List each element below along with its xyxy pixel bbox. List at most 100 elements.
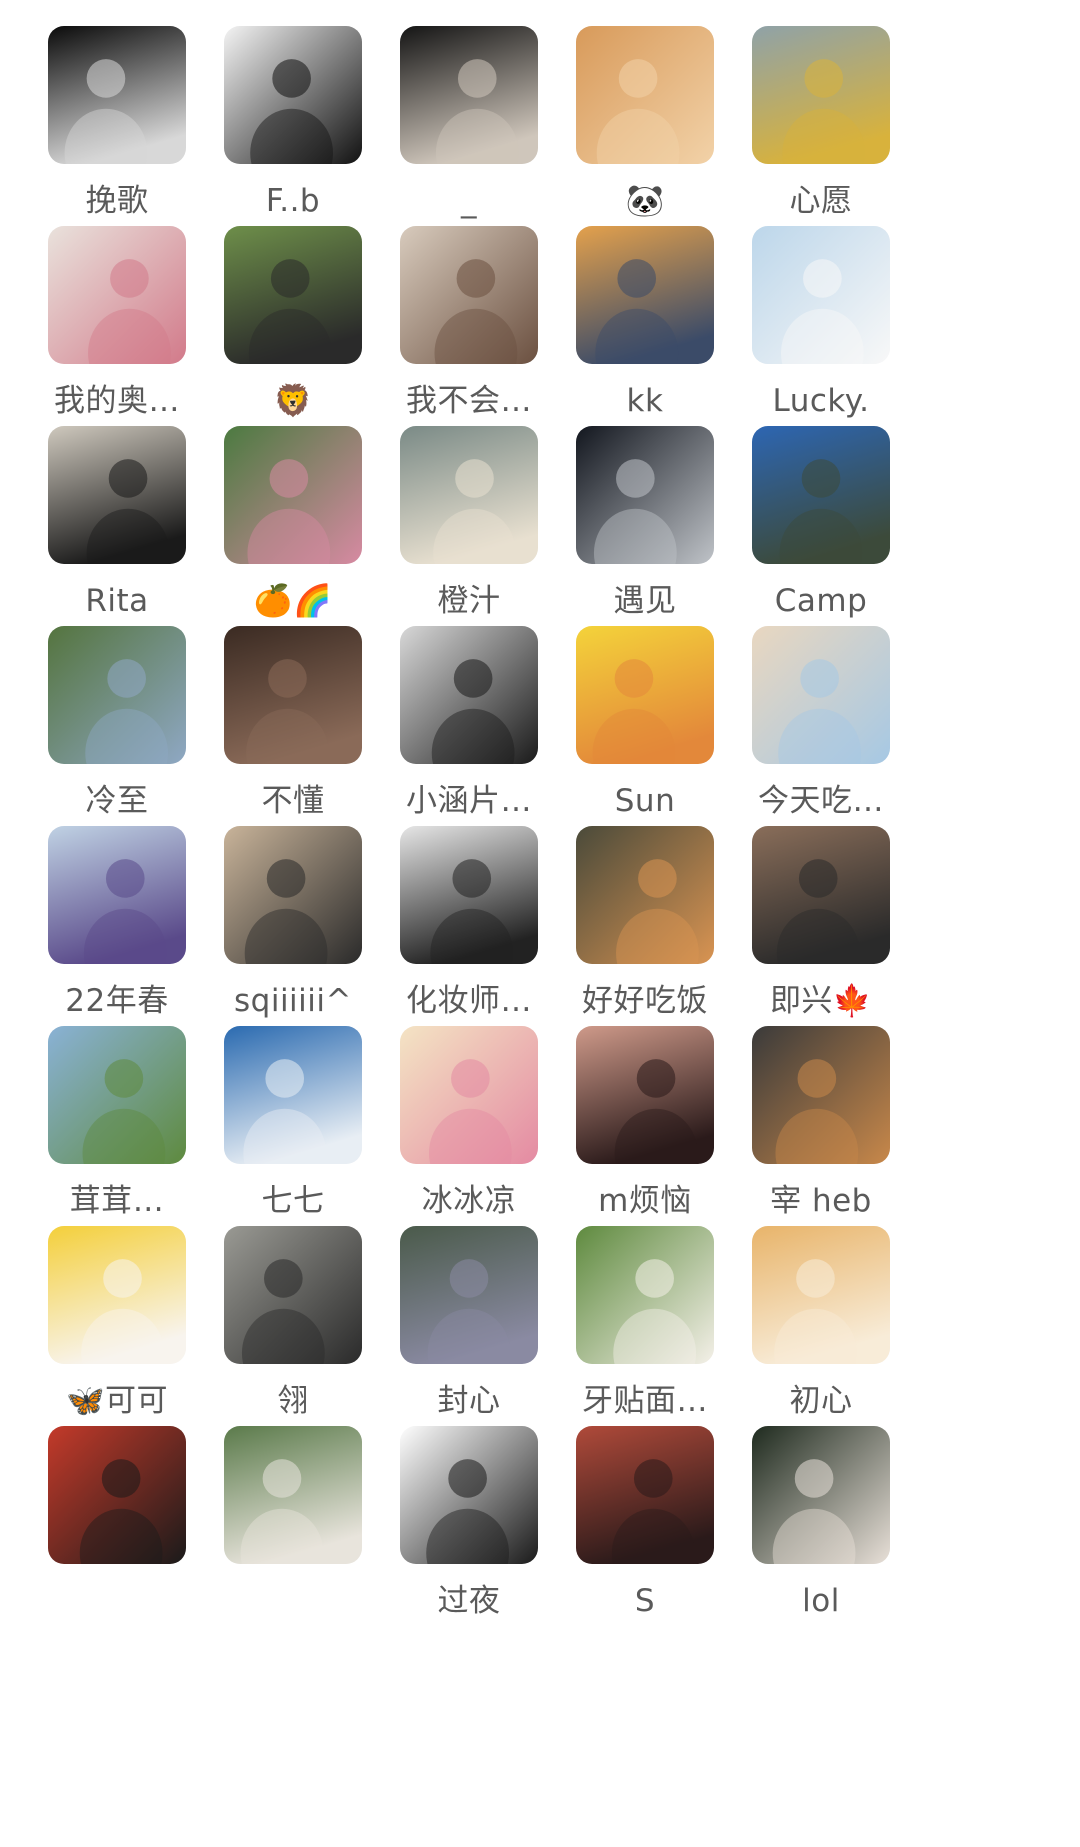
contact-item[interactable]: 七七 [206, 1026, 396, 1246]
contact-avatar[interactable] [224, 1426, 362, 1564]
contact-avatar[interactable] [752, 1226, 890, 1364]
contact-name: 🍊🌈 [253, 583, 333, 619]
contact-avatar[interactable] [48, 626, 186, 764]
contact-avatar[interactable] [752, 826, 890, 964]
contact-name: kk [626, 383, 664, 419]
contact-avatar[interactable] [400, 1026, 538, 1164]
contact-name: 宰 heb [770, 1183, 872, 1219]
contact-item[interactable]: 好好吃饭 [558, 826, 748, 1046]
contact-avatar[interactable] [400, 26, 538, 164]
contact-avatar[interactable] [576, 226, 714, 364]
contact-name: 我不会… [406, 383, 532, 419]
contact-avatar[interactable] [400, 626, 538, 764]
contact-avatar[interactable] [48, 1026, 186, 1164]
contact-item[interactable]: 🍊🌈 [206, 426, 396, 646]
contact-item[interactable]: 冷至 [30, 626, 220, 846]
contact-item[interactable]: Lucky. [734, 226, 924, 446]
contact-name: 好好吃饭 [582, 983, 708, 1019]
contact-item[interactable]: F..b [206, 26, 396, 246]
contact-avatar[interactable] [576, 626, 714, 764]
contact-avatar[interactable] [752, 626, 890, 764]
contact-avatar[interactable] [752, 1026, 890, 1164]
contact-avatar[interactable] [224, 26, 362, 164]
contact-item[interactable] [206, 1426, 396, 1646]
contact-item[interactable]: 我不会… [382, 226, 572, 446]
contact-avatar[interactable] [400, 1226, 538, 1364]
contact-item[interactable]: sqiiiiii^ [206, 826, 396, 1046]
contact-name: lol [802, 1583, 840, 1619]
contact-avatar[interactable] [400, 1426, 538, 1564]
contact-name: 今天吃… [758, 783, 884, 819]
contact-name: 封心 [437, 1383, 501, 1419]
contact-name: Sun [614, 783, 676, 819]
contact-avatar[interactable] [576, 426, 714, 564]
contact-avatar[interactable] [576, 826, 714, 964]
contact-avatar[interactable] [752, 426, 890, 564]
contact-name: 22年春 [65, 983, 169, 1019]
contact-avatar[interactable] [752, 226, 890, 364]
contact-avatar[interactable] [48, 826, 186, 964]
contact-item[interactable]: 初心 [734, 1226, 924, 1446]
contact-name: S [634, 1583, 656, 1619]
contact-item[interactable]: 冰冰凉 [382, 1026, 572, 1246]
contact-item[interactable]: 过夜 [382, 1426, 572, 1646]
contact-item[interactable]: 封心 [382, 1226, 572, 1446]
contact-name: 🦁 [273, 383, 313, 419]
contact-item[interactable]: Sun [558, 626, 748, 846]
contact-item[interactable]: Rita [30, 426, 220, 646]
contact-avatar[interactable] [224, 826, 362, 964]
contact-name: F..b [265, 183, 321, 219]
contact-name: sqiiiiii^ [234, 983, 352, 1019]
contact-item[interactable]: 即兴🍁 [734, 826, 924, 1046]
contact-item[interactable]: 🦁 [206, 226, 396, 446]
contact-item[interactable]: 🐼 [558, 26, 748, 246]
contact-item[interactable] [30, 1426, 220, 1646]
contact-avatar[interactable] [576, 1226, 714, 1364]
contact-avatar[interactable] [576, 1026, 714, 1164]
contact-avatar[interactable] [224, 226, 362, 364]
contact-item[interactable]: 化妆师… [382, 826, 572, 1046]
contact-item[interactable]: 挽歌 [30, 26, 220, 246]
contact-item[interactable]: S [558, 1426, 748, 1646]
contact-item[interactable]: 我的奥… [30, 226, 220, 446]
contact-item[interactable]: 今天吃… [734, 626, 924, 846]
contact-item[interactable]: kk [558, 226, 748, 446]
contact-name: 🦋可可 [65, 1383, 169, 1419]
contact-avatar[interactable] [48, 1426, 186, 1564]
contact-name: 茸茸… [69, 1183, 165, 1219]
contact-item[interactable]: 宰 heb [734, 1026, 924, 1246]
contact-avatar[interactable] [48, 226, 186, 364]
contact-avatar[interactable] [400, 426, 538, 564]
contact-item[interactable]: 茸茸… [30, 1026, 220, 1246]
contact-item[interactable]: 遇见 [558, 426, 748, 646]
contact-item[interactable]: 牙贴面… [558, 1226, 748, 1446]
contact-item[interactable]: m烦恼 [558, 1026, 748, 1246]
contact-name: 化妆师… [406, 983, 532, 1019]
contact-name: 过夜 [437, 1583, 501, 1619]
contact-avatar[interactable] [400, 826, 538, 964]
contact-avatar[interactable] [752, 1426, 890, 1564]
contact-item[interactable]: 🦋可可 [30, 1226, 220, 1446]
contact-avatar[interactable] [576, 26, 714, 164]
contact-avatar[interactable] [224, 1226, 362, 1364]
contact-name: 我的奥… [54, 383, 180, 419]
contact-name: 冷至 [85, 783, 149, 819]
contact-item[interactable]: 心愿 [734, 26, 924, 246]
contact-avatar[interactable] [48, 26, 186, 164]
contact-avatar[interactable] [224, 626, 362, 764]
contact-item[interactable]: 翎 [206, 1226, 396, 1446]
contact-avatar[interactable] [48, 1226, 186, 1364]
contact-item[interactable]: 橙汁 [382, 426, 572, 646]
contact-item[interactable]: 不懂 [206, 626, 396, 846]
contact-avatar[interactable] [576, 1426, 714, 1564]
contact-avatar[interactable] [752, 26, 890, 164]
contact-item[interactable]: _ [382, 26, 572, 246]
contact-avatar[interactable] [48, 426, 186, 564]
contact-avatar[interactable] [224, 426, 362, 564]
contact-item[interactable]: lol [734, 1426, 924, 1646]
contact-avatar[interactable] [400, 226, 538, 364]
contact-item[interactable]: Camp [734, 426, 924, 646]
contact-avatar[interactable] [224, 1026, 362, 1164]
contact-item[interactable]: 小涵片… [382, 626, 572, 846]
contact-item[interactable]: 22年春 [30, 826, 220, 1046]
